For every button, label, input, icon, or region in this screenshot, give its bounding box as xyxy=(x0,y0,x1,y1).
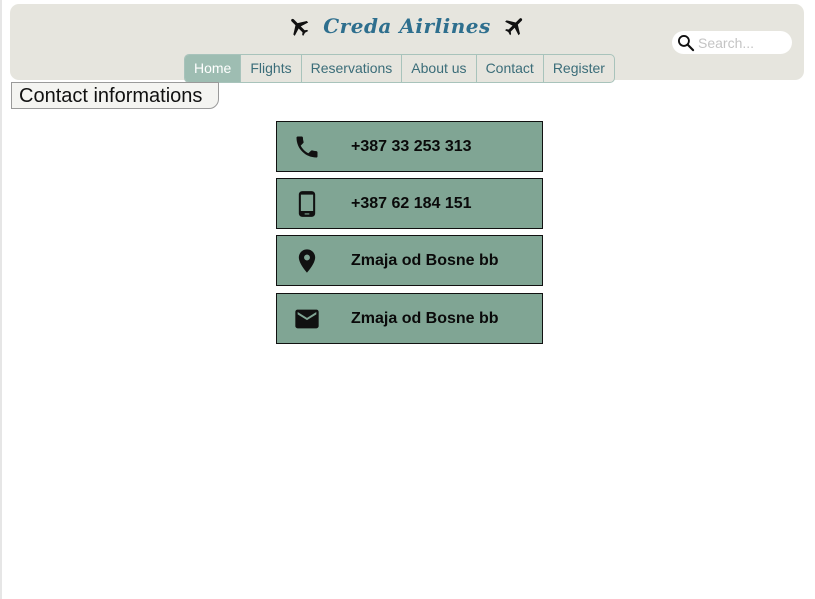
search-box[interactable] xyxy=(672,31,792,54)
nav-register[interactable]: Register xyxy=(544,55,614,82)
nav-contact[interactable]: Contact xyxy=(477,55,544,82)
location-pin-icon xyxy=(293,247,321,275)
contact-card-phone: +387 33 253 313 xyxy=(276,121,543,172)
contact-text: +387 62 184 151 xyxy=(351,194,472,212)
site-title[interactable]: Creda Airlines xyxy=(323,14,490,38)
nav-about-us[interactable]: About us xyxy=(402,55,477,82)
nav-flights[interactable]: Flights xyxy=(241,55,302,82)
mail-icon xyxy=(293,305,321,333)
contact-card-mail: Zmaja od Bosne bb xyxy=(276,293,543,344)
contact-text: Zmaja od Bosne bb xyxy=(351,309,499,327)
page-left-border xyxy=(0,0,2,599)
site-header: Creda Airlines Home Flights Reservations… xyxy=(10,4,804,83)
airplane-icon xyxy=(291,18,309,36)
contact-text: Zmaja od Bosne bb xyxy=(351,251,499,269)
main-nav: Home Flights Reservations About us Conta… xyxy=(184,54,615,83)
search-icon[interactable] xyxy=(676,33,696,53)
search-input[interactable] xyxy=(698,34,786,51)
section-title: Contact informations xyxy=(11,82,219,109)
nav-reservations[interactable]: Reservations xyxy=(302,55,403,82)
phone-icon xyxy=(293,133,321,161)
contact-card-mobile: +387 62 184 151 xyxy=(276,178,543,229)
contact-text: +387 33 253 313 xyxy=(351,137,472,155)
airplane-icon xyxy=(504,18,522,36)
mobile-phone-icon xyxy=(293,190,321,218)
nav-home[interactable]: Home xyxy=(185,55,242,82)
contact-card-address: Zmaja od Bosne bb xyxy=(276,235,543,286)
